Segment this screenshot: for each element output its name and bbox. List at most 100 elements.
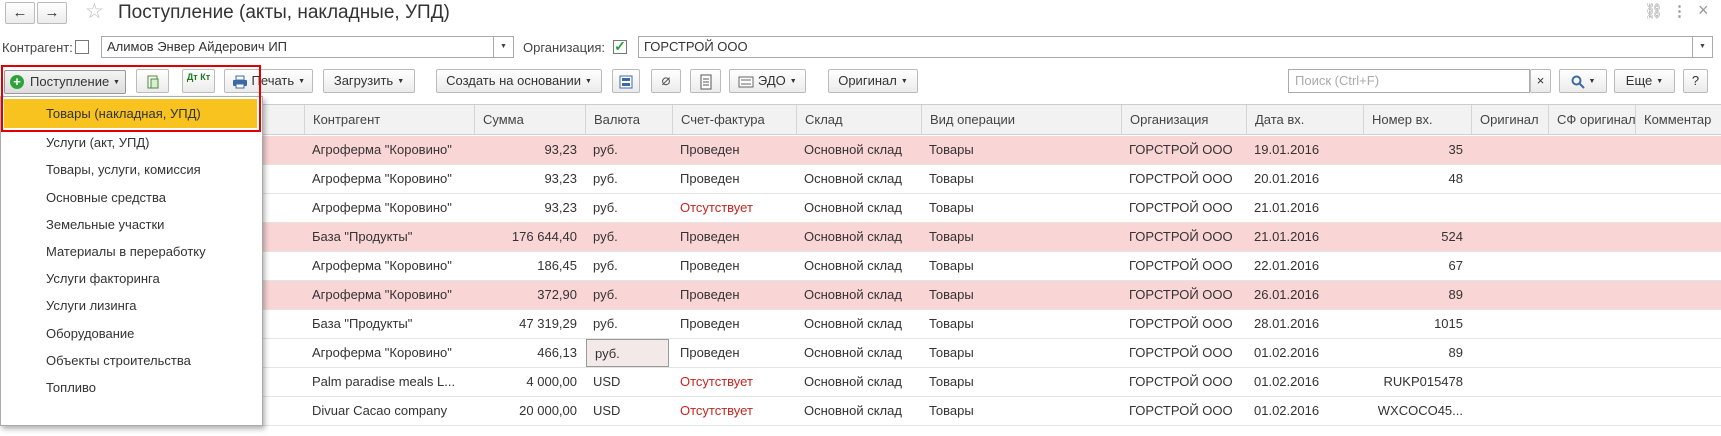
cell-operation: Товары	[929, 200, 974, 215]
menu-item[interactable]: Услуги лизинга	[1, 291, 262, 321]
counterparty-checkbox[interactable]	[75, 40, 89, 54]
column-header-organization[interactable]: Организация	[1121, 105, 1246, 135]
menu-item[interactable]: Топливо	[1, 373, 262, 403]
cell-org: ГОРСТРОЙ ООО	[1129, 142, 1233, 157]
column-header-sf-original[interactable]: СФ оригинал	[1548, 105, 1635, 135]
column-header-sum[interactable]: Сумма	[474, 105, 585, 135]
report-button[interactable]	[690, 69, 721, 93]
attach-button[interactable]: ⌀	[651, 69, 681, 93]
counterparty-label: Контрагент:	[2, 40, 73, 55]
close-icon[interactable]: ×	[1698, 1, 1709, 19]
cell-number: 89	[1448, 287, 1463, 302]
menu-item[interactable]: Товары, услуги, комиссия	[1, 155, 262, 185]
forward-button[interactable]: →	[37, 2, 67, 24]
back-button[interactable]: ←	[5, 2, 35, 24]
organization-checkbox[interactable]: ✓	[613, 39, 627, 54]
menu-item[interactable]: Объекты строительства	[1, 346, 262, 376]
cell-counterparty: Агроферма "Коровино"	[312, 258, 452, 273]
search-clear-button[interactable]: ×	[1530, 69, 1551, 93]
counterparty-field[interactable]: Алимов Энвер Айдерович ИП	[101, 36, 494, 58]
cell-org: ГОРСТРОЙ ООО	[1129, 403, 1233, 418]
cell-number: 89	[1448, 345, 1463, 360]
cell-counterparty: База "Продукты"	[312, 229, 413, 244]
column-header-number[interactable]: Номер вх.	[1363, 105, 1471, 135]
cell-date: 19.01.2016	[1254, 142, 1320, 157]
column-header-warehouse[interactable]: Склад	[796, 105, 921, 135]
favorite-star-icon[interactable]: ☆	[85, 1, 104, 23]
cell-org: ГОРСТРОЙ ООО	[1129, 287, 1233, 302]
cell-number: RUKP015478	[1383, 374, 1464, 389]
load-button[interactable]: Загрузить ▼	[323, 69, 415, 93]
cell-number: 48	[1448, 171, 1463, 186]
print-label: Печать	[251, 73, 295, 88]
menu-item[interactable]: Услуги (акт, УПД)	[1, 128, 262, 158]
paperclip-icon: ⌀	[661, 72, 671, 89]
edo-icon	[738, 76, 754, 88]
edo-button[interactable]: ЭДО ▼	[729, 69, 806, 93]
column-header-counterparty[interactable]: Контрагент	[304, 105, 474, 135]
edo-label: ЭДО	[757, 73, 786, 88]
cell-counterparty: Агроферма "Коровино"	[312, 345, 452, 360]
copy-doc-button[interactable]	[136, 69, 169, 93]
organization-field[interactable]: ГОРСТРОЙ ООО	[638, 36, 1693, 58]
cell-warehouse: Основной склад	[804, 374, 902, 389]
more-button[interactable]: Еще ▼	[1614, 69, 1675, 93]
post-button[interactable]: + Поступление ▼	[4, 70, 126, 94]
search-input[interactable]: Поиск (Ctrl+F)	[1288, 69, 1530, 93]
cell-org: ГОРСТРОЙ ООО	[1129, 258, 1233, 273]
cell-operation: Товары	[929, 142, 974, 157]
cell-sum: 93,23	[544, 142, 577, 157]
cell-invoice: Проведен	[680, 316, 740, 331]
forward-arrow-icon: →	[44, 4, 60, 21]
copy-document-icon	[147, 75, 158, 89]
original-button[interactable]: Оригинал ▼	[828, 69, 918, 93]
structure-icon	[619, 75, 633, 89]
cell-invoice: Отсутствует	[680, 200, 753, 215]
cell-invoice: Отсутствует	[680, 403, 753, 418]
cell-operation: Товары	[929, 171, 974, 186]
cell-org: ГОРСТРОЙ ООО	[1129, 345, 1233, 360]
column-header-currency[interactable]: Валюта	[585, 105, 672, 135]
column-header-operation[interactable]: Вид операции	[921, 105, 1121, 135]
create-based-on-button[interactable]: Создать на основании ▼	[436, 69, 602, 93]
column-header-invoice[interactable]: Счет-фактура	[672, 105, 796, 135]
cell-invoice: Проведен	[680, 258, 740, 273]
structure-button[interactable]	[612, 69, 640, 93]
printer-icon	[232, 75, 247, 89]
more-label: Еще	[1625, 73, 1653, 88]
create-based-on-label: Создать на основании	[446, 73, 581, 88]
link-icon[interactable]: ⛓	[1644, 3, 1663, 21]
cell-counterparty: База "Продукты"	[312, 316, 413, 331]
cell-sum: 372,90	[537, 287, 577, 302]
menu-item-goods-active[interactable]: Товары (накладная, УПД)	[4, 99, 257, 128]
cell-date: 01.02.2016	[1254, 374, 1320, 389]
column-header-comment[interactable]: Комментар	[1635, 105, 1721, 135]
help-button[interactable]: ?	[1683, 69, 1708, 93]
print-button[interactable]: Печать ▼	[224, 69, 313, 93]
cell-number: 35	[1448, 142, 1463, 157]
menu-item[interactable]: Основные средства	[1, 183, 262, 213]
cell-operation: Товары	[929, 316, 974, 331]
cell-counterparty: Агроферма "Коровино"	[312, 171, 452, 186]
column-header-original[interactable]: Оригинал	[1471, 105, 1548, 135]
more-options-icon[interactable]: ⋮	[1672, 3, 1687, 21]
menu-item[interactable]: Материалы в переработку	[1, 237, 262, 267]
column-header-date[interactable]: Дата вх.	[1246, 105, 1363, 135]
search-icon	[1571, 75, 1585, 89]
cell-counterparty: Агроферма "Коровино"	[312, 200, 452, 215]
cell-currency: руб.	[593, 229, 618, 244]
cell-org: ГОРСТРОЙ ООО	[1129, 374, 1233, 389]
search-options-button[interactable]: ▼	[1559, 69, 1607, 93]
cell-org: ГОРСТРОЙ ООО	[1129, 200, 1233, 215]
cell-invoice: Проведен	[680, 345, 740, 360]
menu-item[interactable]: Услуги факторинга	[1, 264, 262, 294]
organization-dropdown-button[interactable]: ▼	[1693, 36, 1713, 58]
cell-invoice: Проведен	[680, 142, 740, 157]
menu-item[interactable]: Земельные участки	[1, 210, 262, 240]
counterparty-dropdown-button[interactable]: ▼	[494, 36, 514, 58]
dt-kt-button[interactable]: Дт Кт	[182, 69, 215, 93]
cell-warehouse: Основной склад	[804, 200, 902, 215]
cell-sum: 20 000,00	[519, 403, 577, 418]
menu-item[interactable]: Оборудование	[1, 319, 262, 349]
cell-warehouse: Основной склад	[804, 316, 902, 331]
